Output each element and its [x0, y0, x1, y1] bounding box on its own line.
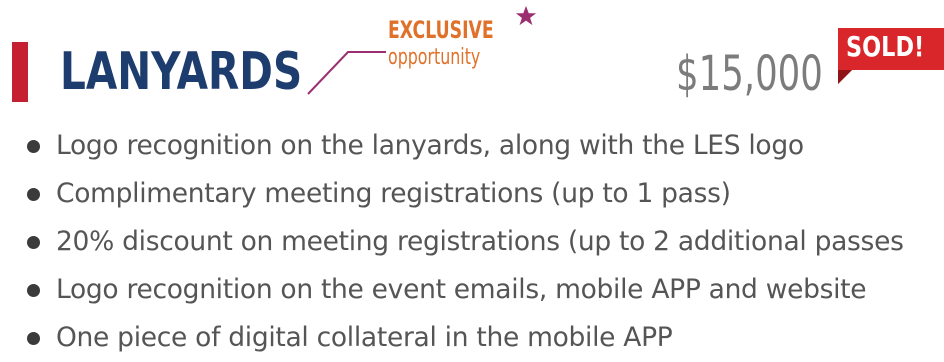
price-label: $15,000 — [676, 46, 823, 102]
benefit-text: 20% discount on meeting registrations (u… — [56, 226, 904, 257]
benefit-text: One piece of digital collateral in the m… — [56, 322, 673, 353]
decorative-slash-line — [307, 51, 386, 95]
bullet-dot — [27, 284, 40, 297]
page-title: LANYARDS — [60, 42, 303, 102]
sold-badge: SOLD! — [846, 30, 925, 63]
benefit-text: Logo recognition on the event emails, mo… — [56, 274, 867, 305]
star-icon — [515, 5, 537, 26]
exclusive-label: EXCLUSIVE — [388, 16, 494, 44]
bullet-dot — [27, 236, 40, 249]
benefit-text: Complimentary meeting registrations (up … — [56, 178, 731, 209]
bullet-dot — [27, 188, 40, 201]
bullet-dot — [27, 140, 40, 153]
benefit-text: Logo recognition on the lanyards, along … — [56, 130, 804, 161]
title-accent-bar — [12, 42, 28, 102]
bullet-dot — [27, 332, 40, 345]
opportunity-label: opportunity — [388, 45, 481, 70]
